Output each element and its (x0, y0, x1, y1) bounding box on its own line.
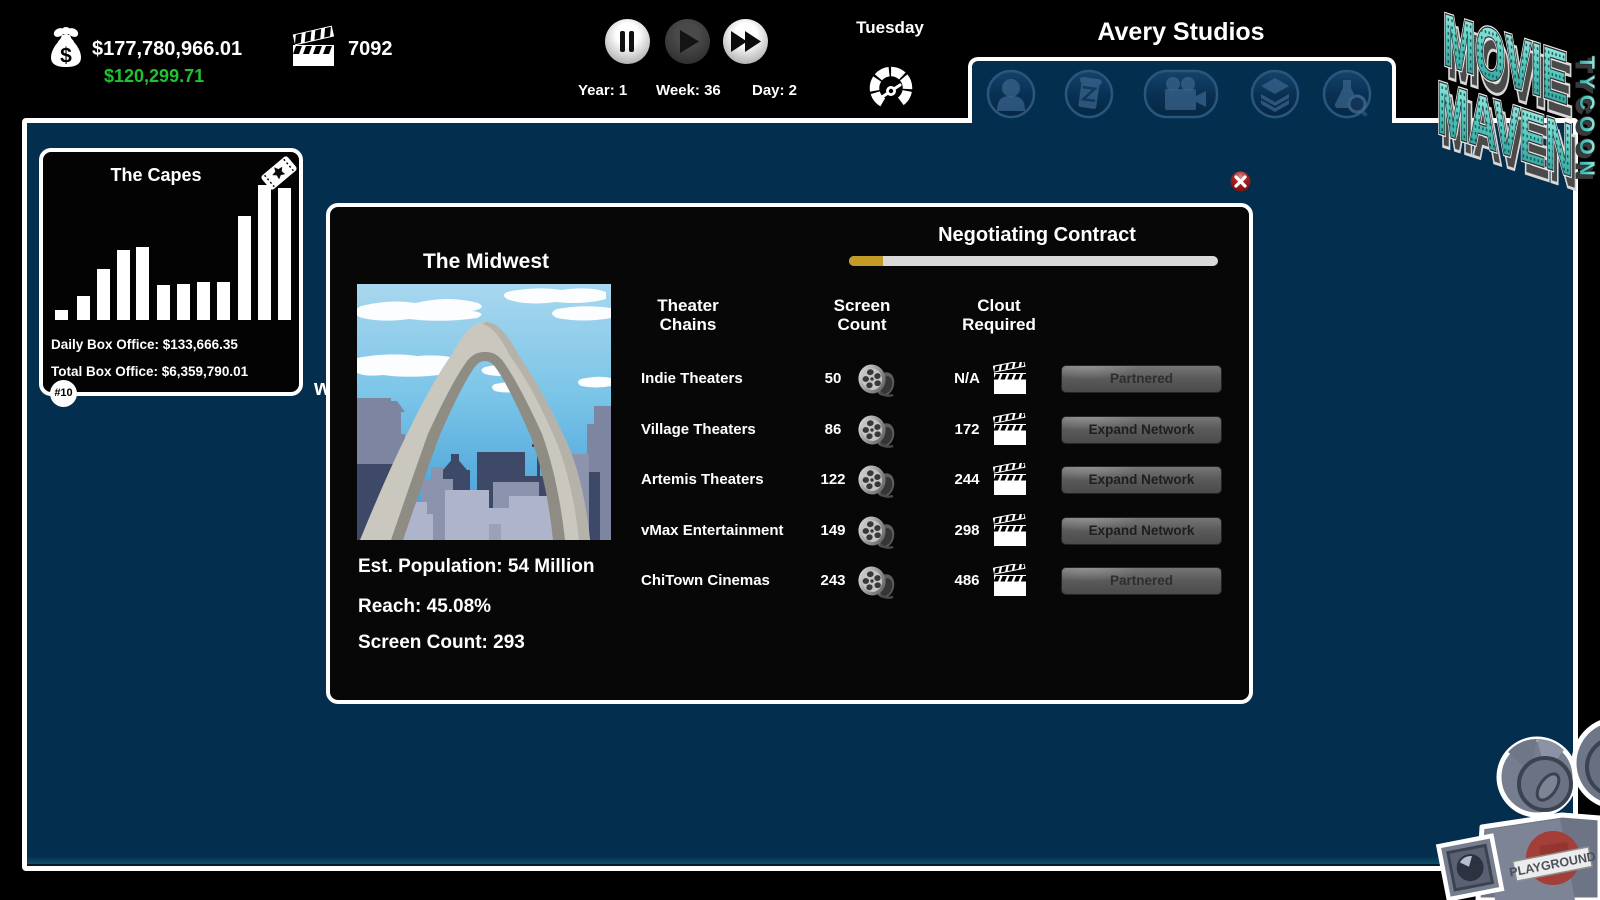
svg-text:$: $ (60, 45, 72, 68)
svg-text:TYCOON: TYCOON (1575, 56, 1598, 182)
